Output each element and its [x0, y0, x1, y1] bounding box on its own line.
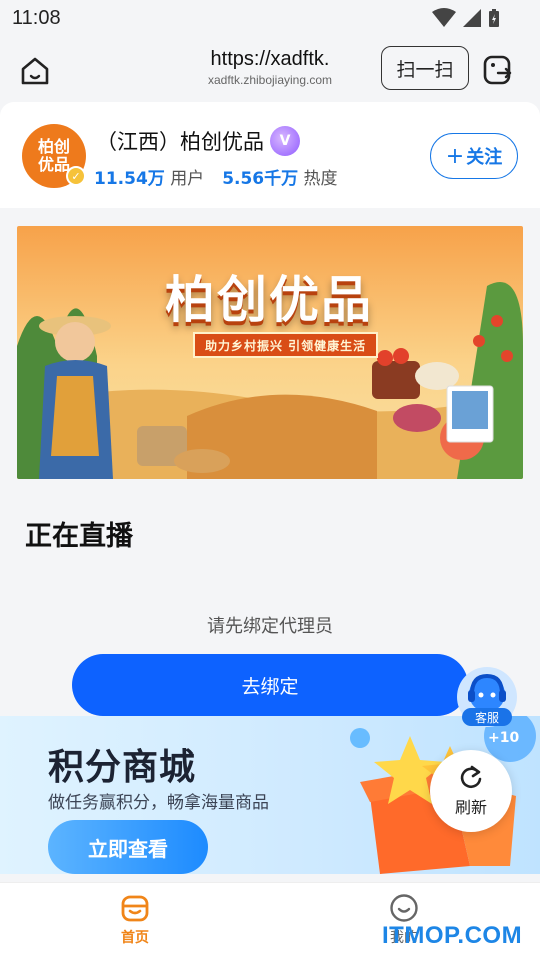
status-time: 11:08: [12, 7, 61, 29]
shop-profile-card: 柏创 优品 ✓ （江西）柏创优品 V 11.54万 用户 5.56千万 热度 +…: [0, 102, 540, 208]
view-mall-button[interactable]: 立即查看: [48, 820, 208, 874]
verified-check-icon: ✓: [66, 166, 86, 186]
follow-button[interactable]: + 关注: [430, 133, 518, 179]
heat-value: 5.56千万: [222, 169, 299, 189]
bind-hint: 请先绑定代理员: [207, 616, 333, 637]
wifi-icon: [432, 8, 456, 27]
nav-label-home: 首页: [121, 930, 149, 946]
customer-service-label[interactable]: 客服: [462, 708, 512, 726]
refresh-label: 刷新: [454, 798, 487, 817]
watermark: ITMOP.COM: [382, 922, 523, 949]
nav-item-home[interactable]: 首页: [95, 893, 175, 947]
shop-name: （江西）柏创优品: [96, 130, 264, 154]
shop-name-row: （江西）柏创优品 V: [96, 126, 300, 156]
users-label: 用户: [170, 169, 205, 189]
logo-text-line1: 柏创: [37, 137, 70, 156]
vip-badge-icon: V: [270, 126, 300, 156]
status-bar: 11:08: [0, 0, 540, 36]
banner-title: 柏创优品: [165, 271, 373, 329]
status-icons: [432, 8, 500, 28]
promo-banner[interactable]: 柏创优品 助力乡村振兴 引领健康生活: [17, 226, 523, 479]
banner-subtitle: 助力乡村振兴 引领健康生活: [193, 332, 379, 358]
mall-title: 积分商城: [48, 747, 197, 788]
url-main: https://xadftk.: [210, 48, 330, 70]
refresh-button[interactable]: 刷新: [430, 750, 512, 832]
plus-icon: +: [445, 143, 465, 169]
battery-icon: [489, 9, 499, 27]
scan-button[interactable]: 扫一扫: [381, 46, 469, 90]
refresh-icon: [460, 765, 482, 789]
heat-stat: 5.56千万 热度: [222, 164, 337, 189]
home-tab-icon: [121, 895, 149, 922]
url-domain: xadftk.zhibojiaying.com: [207, 73, 333, 87]
points-bubble: +10: [488, 730, 520, 746]
shop-stats: 11.54万 用户 5.56千万 热度: [94, 164, 338, 189]
home-icon[interactable]: [18, 54, 52, 88]
follow-label: 关注: [466, 147, 503, 168]
bind-agent-button[interactable]: 去绑定: [72, 654, 468, 716]
browser-toolbar: https://xadftk. xadftk.zhibojiaying.com …: [0, 36, 540, 102]
users-value: 11.54万: [94, 169, 165, 189]
mini-program-icon[interactable]: [482, 54, 514, 86]
address-bar[interactable]: https://xadftk. xadftk.zhibojiaying.com: [180, 48, 360, 87]
users-stat: 11.54万 用户: [94, 164, 204, 189]
mall-subtitle: 做任务赢积分，畅拿海量商品: [48, 793, 269, 813]
user-tab-icon: [390, 894, 418, 922]
heat-label: 热度: [303, 169, 338, 189]
logo-text-line2: 优品: [37, 155, 70, 174]
signal-icon: [463, 9, 481, 27]
live-section-title: 正在直播: [25, 521, 133, 552]
